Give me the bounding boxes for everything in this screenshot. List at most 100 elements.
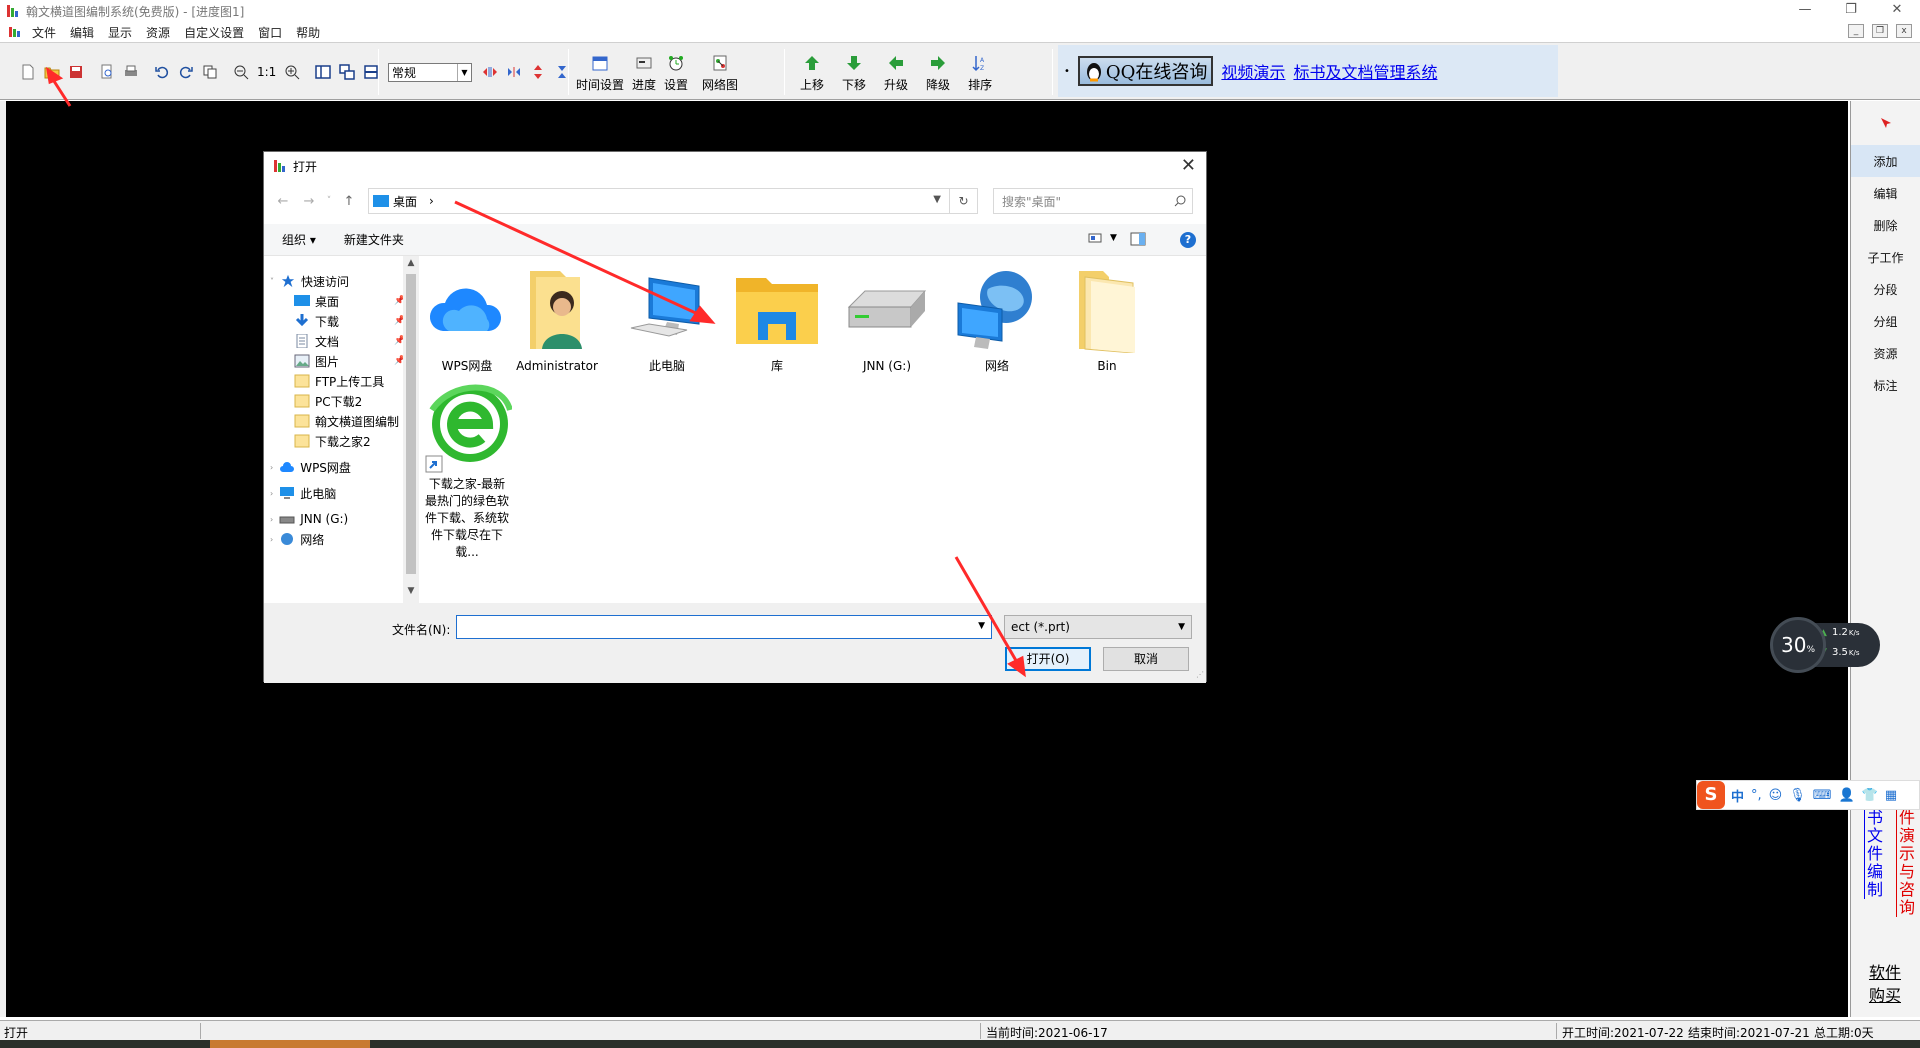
menu-file[interactable]: 文件	[32, 24, 56, 41]
sort-button[interactable]: AZ 排序	[968, 52, 992, 93]
menu-window[interactable]: 窗口	[258, 24, 282, 41]
microphone-icon[interactable]: 🎙	[1789, 788, 1806, 803]
sogou-logo-icon[interactable]: S	[1697, 781, 1725, 809]
open-folder-icon[interactable]	[43, 63, 61, 81]
nav-quick-access[interactable]: ˅ 快速访问	[270, 270, 349, 292]
rp-resource[interactable]: 资源	[1851, 337, 1920, 369]
nav-documents[interactable]: 文档 📌	[294, 330, 405, 352]
buy-software-link[interactable]: 软件购买	[1865, 961, 1905, 1007]
nav-this-pc[interactable]: › 此电脑	[270, 482, 336, 504]
skin-icon[interactable]: 👕	[1862, 788, 1878, 803]
time-settings-button[interactable]: 时间设置	[576, 52, 624, 93]
file-item-bin[interactable]: Bin	[1062, 262, 1152, 375]
grid-menu-icon[interactable]: ▦	[1885, 788, 1897, 803]
zoom-out-icon[interactable]	[232, 63, 250, 81]
zoom-reset-label[interactable]: 1:1	[257, 65, 276, 79]
search-box[interactable]: 搜索"桌面"	[993, 188, 1193, 214]
recent-dropdown-icon[interactable]: ˅	[322, 196, 336, 206]
menu-custom-settings[interactable]: 自定义设置	[184, 24, 244, 41]
rp-delete[interactable]: 删除	[1851, 209, 1920, 241]
file-item-library[interactable]: 库	[732, 262, 822, 375]
nav-hanwen-folder[interactable]: 翰文横道图编制	[294, 410, 399, 432]
print-icon[interactable]	[122, 63, 140, 81]
nav-network[interactable]: › 网络	[270, 532, 324, 547]
nav-desktop[interactable]: 桌面 📌	[294, 290, 405, 312]
rp-subtask[interactable]: 子工作	[1851, 241, 1920, 273]
zoom-in-icon[interactable]	[283, 63, 301, 81]
doc-system-link[interactable]: 标书及文档管理系统	[1293, 59, 1437, 83]
address-bar[interactable]: 桌面 › ▼ ↻	[368, 188, 978, 214]
move-up-button[interactable]: 上移	[800, 52, 824, 93]
breadcrumb-separator[interactable]: ›	[429, 194, 434, 208]
expand-horizontal-icon[interactable]	[481, 63, 499, 81]
resize-grip-icon[interactable]: ⋰	[1196, 670, 1204, 679]
demote-button[interactable]: 降级	[926, 52, 950, 93]
emoji-icon[interactable]: ☺	[1769, 788, 1783, 803]
layout-split-icon[interactable]	[314, 63, 332, 81]
ime-mode-toggle[interactable]: 中	[1731, 786, 1744, 805]
move-down-button[interactable]: 下移	[842, 52, 866, 93]
refresh-icon[interactable]: ↻	[949, 189, 977, 213]
nav-pc-download2[interactable]: PC下载2	[294, 390, 362, 412]
video-demo-link[interactable]: 视频演示	[1221, 59, 1285, 83]
promote-button[interactable]: 升级	[884, 52, 908, 93]
file-item-network[interactable]: 网络	[952, 262, 1042, 375]
print-preview-icon[interactable]	[98, 63, 116, 81]
view-options[interactable]: ▼	[1088, 232, 1117, 244]
up-arrow-icon[interactable]: ↑	[336, 194, 362, 209]
filetype-select[interactable]: ect (*.prt) ▼	[1004, 615, 1192, 639]
minimize-button[interactable]: —	[1782, 0, 1828, 22]
rp-add[interactable]: 添加	[1851, 145, 1920, 177]
new-folder-button[interactable]: 新建文件夹	[344, 231, 404, 248]
keyboard-icon[interactable]: ⌨	[1813, 788, 1832, 803]
file-item-this-pc[interactable]: 此电脑	[622, 262, 712, 375]
rp-edit[interactable]: 编辑	[1851, 177, 1920, 209]
back-arrow-icon[interactable]: ←	[270, 194, 296, 209]
mdi-close-button[interactable]: x	[1896, 24, 1912, 38]
scroll-up-icon[interactable]: ▲	[403, 258, 419, 268]
restore-button[interactable]: ❐	[1828, 0, 1874, 22]
undo-icon[interactable]	[153, 63, 171, 81]
file-item-wps-cloud[interactable]: WPS网盘	[422, 262, 512, 375]
copy-icon[interactable]	[201, 63, 219, 81]
network-diagram-button[interactable]: 网络图	[702, 52, 738, 93]
organize-button[interactable]: 组织 ▾	[282, 231, 316, 248]
file-item-administrator[interactable]: Administrator	[512, 262, 602, 375]
chevron-down-icon[interactable]: ▼	[933, 194, 941, 205]
progress-button[interactable]: 进度	[632, 52, 656, 93]
new-file-icon[interactable]	[19, 63, 37, 81]
rp-segment[interactable]: 分段	[1851, 273, 1920, 305]
punctuation-icon[interactable]: °,	[1751, 788, 1762, 803]
file-item-jnn-drive[interactable]: JNN (G:)	[842, 262, 932, 375]
redo-icon[interactable]	[177, 63, 195, 81]
close-window-button[interactable]: ✕	[1874, 0, 1920, 22]
scroll-down-icon[interactable]: ▼	[403, 586, 419, 596]
nav-ftp-tool[interactable]: FTP上传工具	[294, 370, 384, 392]
close-icon[interactable]: ✕	[1181, 155, 1196, 176]
nav-pane-scrollbar[interactable]: ▲ ▼	[403, 256, 419, 603]
select-pointer-tool[interactable]	[1851, 101, 1920, 145]
nav-download-home2[interactable]: 下载之家2	[294, 430, 371, 452]
style-select[interactable]: 常规 ▼	[388, 62, 472, 82]
open-button[interactable]: 打开(O)	[1005, 647, 1091, 671]
scrollbar-thumb[interactable]	[406, 274, 416, 574]
menu-edit[interactable]: 编辑	[70, 24, 94, 41]
nav-jnn-drive[interactable]: › JNN (G:)	[270, 508, 348, 530]
preview-pane-button[interactable]	[1130, 232, 1146, 246]
rp-annotate[interactable]: 标注	[1851, 369, 1920, 401]
shrink-horizontal-icon[interactable]	[505, 63, 523, 81]
settings-button[interactable]: 设置	[664, 52, 688, 93]
help-icon[interactable]: ?	[1180, 232, 1196, 248]
nav-wps-cloud[interactable]: › WPS网盘	[270, 456, 351, 478]
menu-view[interactable]: 显示	[108, 24, 132, 41]
file-item-download-home-shortcut[interactable]: 下载之家-最新最热门的绿色软件下载、系统软件下载尽在下载...	[422, 380, 512, 561]
save-icon[interactable]	[67, 63, 85, 81]
net-speed-widget[interactable]: ▲ 1.2K/s ▼ 3.5K/s 30%	[1770, 617, 1890, 673]
user-icon[interactable]: 👤	[1839, 788, 1855, 803]
layout-cascade-icon[interactable]	[338, 63, 356, 81]
menu-resource[interactable]: 资源	[146, 24, 170, 41]
menu-help[interactable]: 帮助	[296, 24, 320, 41]
mdi-restore-button[interactable]: ❐	[1872, 24, 1888, 38]
rp-group[interactable]: 分组	[1851, 305, 1920, 337]
filename-input[interactable]: ▼	[456, 615, 992, 639]
